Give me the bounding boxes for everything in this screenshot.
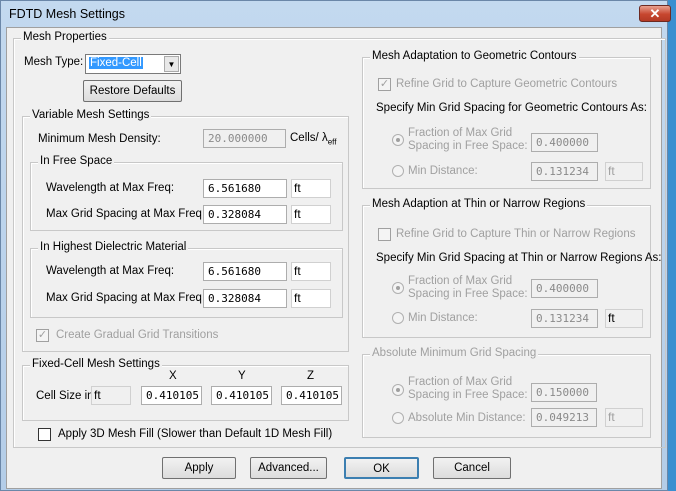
y-header: Y <box>238 370 246 382</box>
di-spacing-label: Max Grid Spacing at Max Freq: <box>46 292 206 304</box>
chevron-down-icon[interactable]: ▼ <box>164 56 179 72</box>
mesh-fill-checkbox[interactable] <box>38 428 51 441</box>
label-line: Spacing in Free Space: <box>408 140 528 152</box>
fs-spacing-field[interactable]: 0.328084 <box>203 205 287 224</box>
thin-fraction-radio[interactable] <box>392 282 404 294</box>
mesh-fill-label: Apply 3D Mesh Fill (Slower than Default … <box>58 428 333 440</box>
thin-min-field[interactable]: 0.131234 <box>531 309 598 328</box>
cell-size-y-field[interactable]: 0.410105 <box>211 386 272 405</box>
geometric-min-label: Min Distance: <box>408 165 478 177</box>
window-title: FDTD Mesh Settings <box>9 7 126 21</box>
di-wavelength-unit: ft <box>291 262 331 281</box>
geometric-min-radio[interactable] <box>392 165 404 177</box>
absolute-min-label: Absolute Min Distance: <box>408 412 526 424</box>
geometric-specify-label: Specify Min Grid Spacing for Geometric C… <box>376 102 647 114</box>
mesh-type-value: Fixed-Cell <box>89 57 143 69</box>
apply-button[interactable]: Apply <box>162 457 236 479</box>
geometric-refine-label: Refine Grid to Capture Geometric Contour… <box>396 78 618 90</box>
geometric-fraction-field[interactable]: 0.400000 <box>531 133 598 152</box>
di-wavelength-label: Wavelength at Max Freq: <box>46 265 175 277</box>
label-line: Fraction of Max Grid <box>408 275 513 287</box>
group-label: Mesh Properties <box>21 31 109 43</box>
group-label: Variable Mesh Settings <box>30 109 152 121</box>
absolute-fraction-radio[interactable] <box>392 384 404 396</box>
x-header: X <box>169 370 177 382</box>
label-line: Fraction of Max Grid <box>408 376 513 388</box>
thin-min-radio[interactable] <box>392 312 404 324</box>
absolute-fraction-field[interactable]: 0.150000 <box>531 383 597 402</box>
thin-min-label: Min Distance: <box>408 312 478 324</box>
min-density-field[interactable]: 20.000000 <box>203 129 286 148</box>
advanced-button[interactable]: Advanced... <box>250 457 327 479</box>
geometric-min-field[interactable]: 0.131234 <box>531 162 598 181</box>
thin-fraction-label: Fraction of Max Grid Spacing in Free Spac… <box>408 275 528 301</box>
geometric-min-unit: ft <box>605 162 643 181</box>
ok-button[interactable]: OK <box>344 457 419 479</box>
thin-refine-label: Refine Grid to Capture Thin or Narrow Re… <box>396 228 636 240</box>
fs-spacing-label: Max Grid Spacing at Max Freq: <box>46 208 206 220</box>
fs-wavelength-field[interactable]: 6.561680 <box>203 179 287 198</box>
close-button[interactable]: ✕ <box>639 5 671 22</box>
absolute-fraction-label: Fraction of Max Grid Spacing in Free Spac… <box>408 376 528 402</box>
group-label: Fixed-Cell Mesh Settings <box>30 358 162 370</box>
geometric-fraction-radio[interactable] <box>392 134 404 146</box>
fs-wavelength-unit: ft <box>291 179 331 198</box>
thin-fraction-field[interactable]: 0.400000 <box>531 279 598 298</box>
gradual-label: Create Gradual Grid Transitions <box>56 329 219 341</box>
close-icon: ✕ <box>649 6 661 21</box>
density-unit-sub: eff <box>327 137 337 147</box>
cell-size-x-field[interactable]: 0.410105 <box>141 386 202 405</box>
group-label: Mesh Adaption at Thin or Narrow Regions <box>370 198 588 210</box>
cancel-button[interactable]: Cancel <box>433 457 511 479</box>
thin-refine-checkbox[interactable] <box>378 228 391 241</box>
group-label: Mesh Adaptation to Geometric Contours <box>370 50 579 62</box>
absolute-min-unit: ft <box>605 408 643 427</box>
geometric-fraction-label: Fraction of Max Grid Spacing in Free Spac… <box>408 127 528 153</box>
density-unit-text: Cells/ λ <box>290 132 328 144</box>
min-density-label: Minimum Mesh Density: <box>38 133 161 145</box>
label-line: Fraction of Max Grid <box>408 127 513 139</box>
fs-wavelength-label: Wavelength at Max Freq: <box>46 182 175 194</box>
label-line: Spacing in Free Space: <box>408 389 528 401</box>
group-label: Absolute Minimum Grid Spacing <box>370 347 539 359</box>
absolute-min-radio[interactable] <box>392 412 404 424</box>
mesh-type-select[interactable]: Fixed-Cell ▼ <box>85 54 181 74</box>
cell-size-label: Cell Size in <box>36 390 94 402</box>
gradual-checkbox[interactable]: ✓ <box>36 329 49 342</box>
cell-size-unit: ft <box>91 386 131 405</box>
thin-min-unit: ft <box>605 309 643 328</box>
thin-specify-label: Specify Min Grid Spacing at Thin or Narr… <box>376 252 662 264</box>
label-line: Spacing in Free Space: <box>408 288 528 300</box>
restore-defaults-button[interactable]: Restore Defaults <box>83 80 182 102</box>
di-wavelength-field[interactable]: 6.561680 <box>203 262 287 281</box>
absolute-min-field[interactable]: 0.049213 <box>531 408 597 427</box>
di-spacing-field[interactable]: 0.328084 <box>203 289 287 308</box>
cell-size-z-field[interactable]: 0.410105 <box>281 386 342 405</box>
group-label: In Highest Dielectric Material <box>38 241 189 253</box>
mesh-type-label: Mesh Type: <box>24 56 84 68</box>
density-unit: Cells/ λeff <box>290 132 336 146</box>
group-label: In Free Space <box>38 155 115 167</box>
di-spacing-unit: ft <box>291 289 331 308</box>
geometric-refine-checkbox[interactable]: ✓ <box>378 78 391 91</box>
z-header: Z <box>307 370 315 382</box>
fs-spacing-unit: ft <box>291 205 331 224</box>
